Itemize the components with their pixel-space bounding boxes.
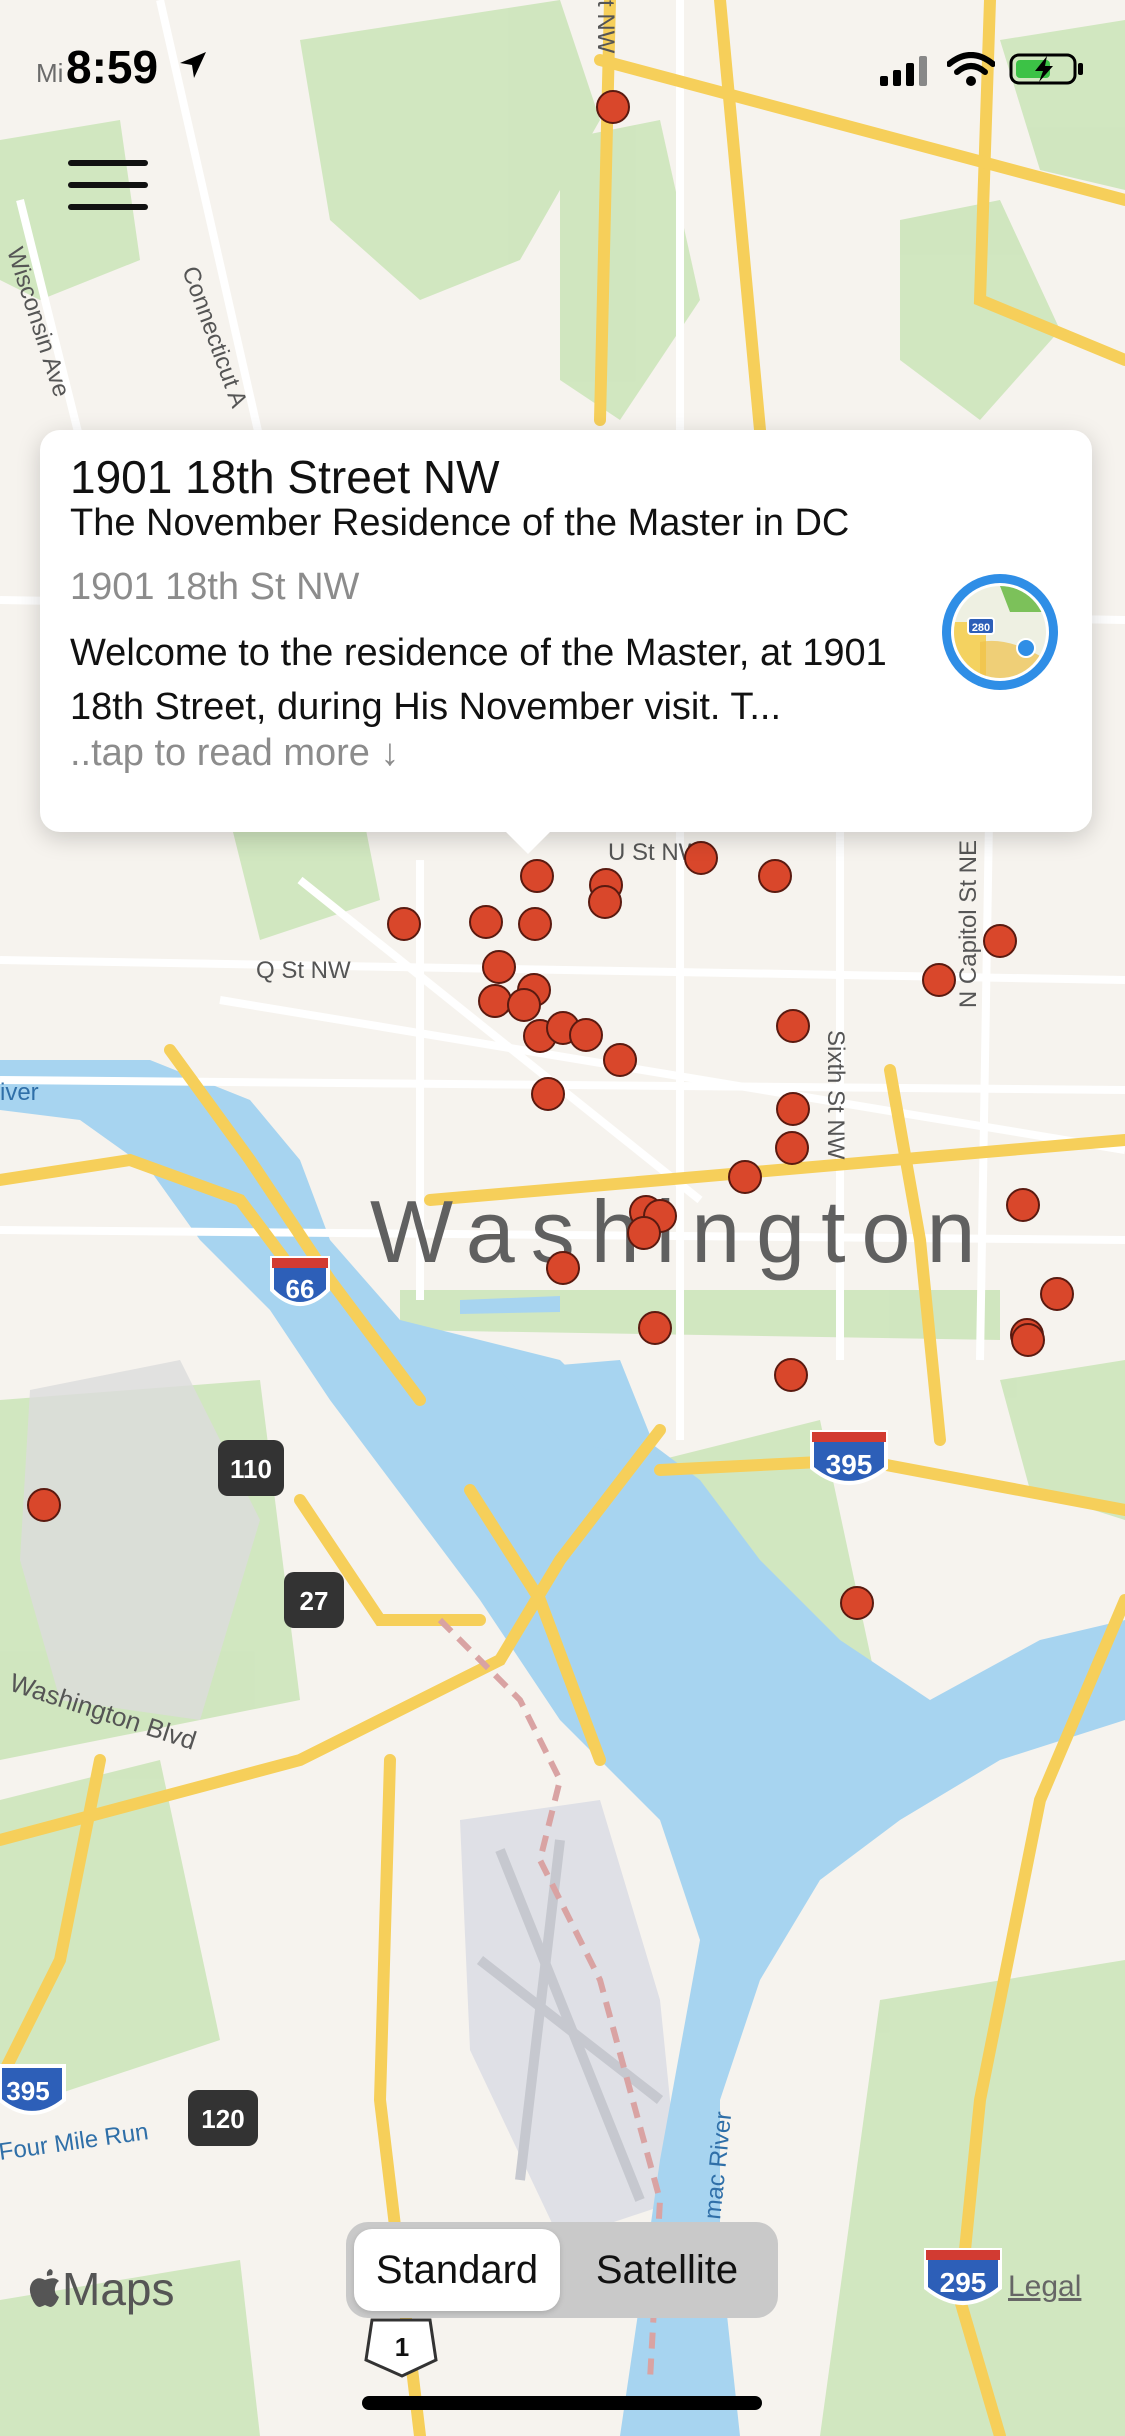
callout-description: Welcome to the residence of the Master, … — [70, 632, 887, 728]
svg-text:66: 66 — [286, 1274, 315, 1304]
read-more-link[interactable]: ..tap to read more ↓ — [70, 732, 400, 775]
standard-map-button[interactable]: Standard — [354, 2229, 560, 2311]
location-pin[interactable] — [627, 1216, 661, 1250]
cellular-signal-icon — [880, 56, 928, 86]
street-label: iver — [0, 1079, 39, 1106]
location-pin[interactable] — [775, 1131, 809, 1165]
battery-charging-icon — [1009, 53, 1083, 85]
location-pin[interactable] — [478, 984, 512, 1018]
interstate-shield-icon: 66 — [270, 1256, 330, 1306]
highway-shield-icon: 110 — [218, 1440, 284, 1496]
place-callout[interactable]: 1901 18th Street NW The November Residen… — [40, 430, 1092, 832]
interstate-shield-icon: 395 — [810, 1430, 888, 1485]
svg-text:27: 27 — [300, 1586, 329, 1616]
location-pin[interactable] — [387, 907, 421, 941]
svg-text:395: 395 — [826, 1449, 873, 1480]
map-type-switcher[interactable]: Standard Satellite — [346, 2222, 778, 2318]
svg-text:110: 110 — [230, 1454, 272, 1484]
callout-title: 1901 18th Street NW — [70, 451, 500, 503]
location-pin[interactable] — [482, 950, 516, 984]
location-pin[interactable] — [758, 859, 792, 893]
highway-shield-icon: 120 — [188, 2090, 258, 2146]
clock: 8:59 — [66, 41, 159, 93]
location-pin[interactable] — [507, 988, 541, 1022]
callout-address: 1901 18th St NW — [70, 566, 360, 608]
apple-logo-icon — [29, 2269, 59, 2307]
callout-subtitle: The November Residence of the Master in … — [70, 502, 850, 544]
callout-pointer — [502, 828, 554, 854]
location-pin[interactable] — [588, 885, 622, 919]
svg-text:395: 395 — [6, 2076, 49, 2106]
location-pin[interactable] — [728, 1160, 762, 1194]
location-pin[interactable] — [1040, 1277, 1074, 1311]
location-pin[interactable] — [603, 1043, 637, 1077]
home-indicator[interactable] — [362, 2396, 762, 2410]
map-view[interactable]: Wisconsin Ave Connecticut A U St NW Q St… — [0, 0, 1125, 2436]
maps-attribution: Maps — [28, 2262, 174, 2316]
location-pin[interactable] — [569, 1018, 603, 1052]
svg-text:280: 280 — [972, 622, 990, 634]
location-pin[interactable] — [1006, 1188, 1040, 1222]
status-bar: Mi 8:59 — [0, 0, 1125, 140]
location-pin[interactable] — [774, 1358, 808, 1392]
satellite-map-button[interactable]: Satellite — [564, 2229, 770, 2311]
location-pin[interactable] — [684, 841, 718, 875]
street-label: Sixth St NW — [822, 1030, 849, 1160]
interstate-shield-icon: 295 — [924, 2248, 1002, 2305]
location-pin[interactable] — [638, 1311, 672, 1345]
street-label: Mi — [36, 58, 64, 88]
status-icons — [880, 52, 1085, 91]
hamburger-menu-icon[interactable] — [68, 160, 148, 212]
wifi-icon — [945, 52, 996, 86]
location-pin[interactable] — [983, 924, 1017, 958]
legal-link[interactable]: Legal — [1008, 2270, 1081, 2304]
location-pin[interactable] — [840, 1586, 874, 1620]
interstate-shield-icon: 395 — [0, 2064, 66, 2115]
maps-brand-text: Maps — [62, 2263, 175, 2315]
svg-text:120: 120 — [201, 2104, 244, 2134]
location-pin[interactable] — [27, 1488, 61, 1522]
street-label: N Capitol St NE — [955, 840, 982, 1008]
location-pin[interactable] — [776, 1092, 810, 1126]
location-pin[interactable] — [518, 907, 552, 941]
location-pin[interactable] — [776, 1009, 810, 1043]
location-pin[interactable] — [520, 859, 554, 893]
svg-text:1: 1 — [395, 2332, 409, 2362]
highway-shield-icon: 27 — [284, 1572, 344, 1628]
location-pin[interactable] — [546, 1251, 580, 1285]
svg-text:295: 295 — [940, 2267, 987, 2298]
location-pin[interactable] — [922, 963, 956, 997]
location-pin[interactable] — [469, 905, 503, 939]
location-pin[interactable] — [531, 1077, 565, 1111]
street-label: Q St NW — [256, 957, 351, 984]
location-pin[interactable] — [1011, 1323, 1045, 1357]
location-arrow-icon — [180, 52, 206, 78]
apple-maps-app-icon[interactable]: 280 — [940, 572, 1060, 692]
city-label: Washington — [370, 1182, 991, 1281]
